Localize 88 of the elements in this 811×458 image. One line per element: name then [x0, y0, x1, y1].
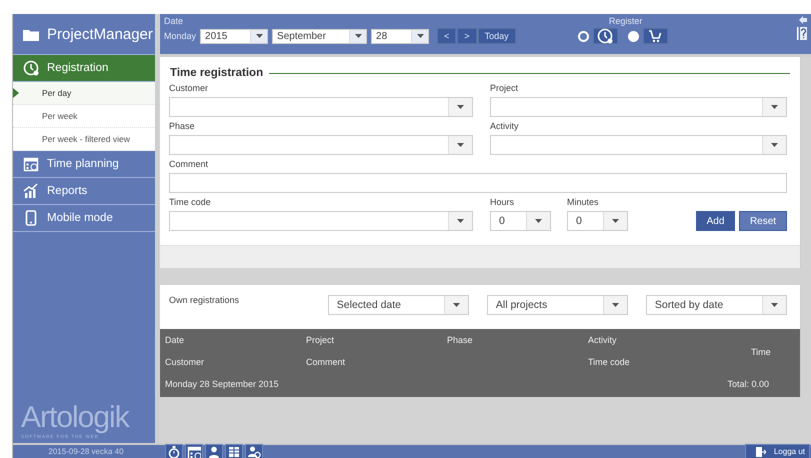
caret-icon [612, 219, 619, 223]
caret-icon [771, 143, 778, 147]
column-header: Customer [165, 357, 206, 368]
column-header: Project [306, 335, 336, 346]
year-select[interactable]: 2015 [200, 28, 268, 44]
field-label: Project [490, 83, 520, 93]
stopwatch-icon [167, 444, 181, 458]
logout-button[interactable]: Logga ut [744, 444, 810, 458]
day-select[interactable]: 28 [371, 28, 430, 44]
date-nav-button[interactable]: > [457, 28, 477, 44]
field-label: Hours [490, 197, 516, 207]
person-clock-icon [247, 444, 261, 458]
caret-icon [256, 34, 263, 38]
date-nav-button[interactable]: < [437, 28, 456, 44]
dropdown-field[interactable] [490, 135, 787, 155]
exit-door-icon [756, 446, 766, 456]
app-title: ProjectManager [47, 26, 153, 42]
clock-icon [597, 28, 614, 44]
action-button[interactable]: Add [696, 211, 735, 231]
field-label: Comment [169, 159, 210, 169]
date-cell: Monday 28 September 2015 [165, 379, 279, 389]
caret-icon [457, 143, 464, 147]
footer-button[interactable] [185, 444, 203, 458]
field-label: Minutes [567, 197, 600, 207]
weekday-label: Monday [164, 31, 196, 41]
section-title: Own registrations [169, 295, 240, 305]
column-header: Time code [588, 357, 631, 368]
footer-button[interactable] [245, 444, 263, 458]
column-header: Activity [588, 335, 618, 346]
filter-dropdown[interactable]: All projects [486, 295, 628, 315]
phone-icon [23, 210, 39, 226]
back-arrow-icon [799, 16, 807, 24]
dropdown-field[interactable]: 0 [567, 211, 628, 231]
help-icon [797, 27, 807, 40]
caret-icon [457, 219, 464, 223]
input-field[interactable] [169, 173, 787, 193]
logo-text: Artologik [21, 402, 129, 434]
calendar-icon [187, 444, 201, 458]
footer-button[interactable] [225, 444, 243, 458]
column-header: Comment [306, 357, 346, 368]
dropdown-field[interactable] [169, 135, 473, 155]
radio-button[interactable] [628, 30, 639, 42]
calendar-icon [23, 156, 39, 172]
field-label: Activity [490, 121, 520, 131]
caret-icon [452, 303, 460, 307]
filter-dropdown[interactable]: Selected date [328, 295, 469, 315]
status-text: 2015-09-28 vecka 40 [47, 447, 125, 456]
caret-icon [457, 105, 464, 109]
register-mode-button[interactable] [642, 28, 668, 44]
radio-button[interactable] [578, 30, 589, 42]
register-mode-button[interactable] [592, 28, 618, 44]
footer-button[interactable] [205, 444, 223, 458]
columns-icon [227, 444, 241, 458]
month-select[interactable]: September [272, 28, 368, 44]
sub-nav-item[interactable]: Per day [13, 82, 155, 105]
field-label: Time code [169, 197, 212, 207]
caret-icon [535, 219, 542, 223]
selection-marker-icon [13, 88, 19, 98]
action-button[interactable]: Reset [739, 211, 787, 231]
register-label: Register [608, 16, 642, 26]
folder-icon [23, 28, 39, 40]
footer-button[interactable] [165, 444, 183, 458]
sub-nav-item[interactable]: Per week [13, 105, 155, 128]
dropdown-field[interactable]: 0 [490, 211, 551, 231]
caret-icon [771, 105, 778, 109]
chart-icon [23, 183, 39, 199]
nav-item[interactable]: Registration [13, 55, 155, 82]
total-cell: Total: 0.00 [727, 379, 769, 389]
dropdown-field[interactable] [169, 97, 473, 117]
date-label: Date [164, 16, 184, 26]
caret-icon [416, 34, 424, 38]
cart-icon [647, 28, 664, 44]
sub-nav-item[interactable]: Per week - filtered view [13, 128, 155, 151]
caret-icon [770, 303, 778, 307]
clock-icon [23, 60, 39, 76]
person-icon [207, 444, 221, 458]
column-header: Time [751, 347, 771, 357]
section-title: Time registration [170, 67, 264, 79]
dropdown-field[interactable] [169, 211, 473, 231]
field-label: Customer [169, 83, 210, 93]
caret-icon [612, 303, 619, 307]
caret-icon [354, 34, 362, 38]
column-header: Date [165, 335, 186, 346]
field-label: Phase [169, 121, 196, 131]
filter-dropdown[interactable]: Sorted by date [646, 295, 787, 315]
date-nav-button[interactable]: Today [478, 28, 516, 44]
column-header: Phase [447, 335, 474, 346]
dropdown-field[interactable] [490, 97, 787, 117]
